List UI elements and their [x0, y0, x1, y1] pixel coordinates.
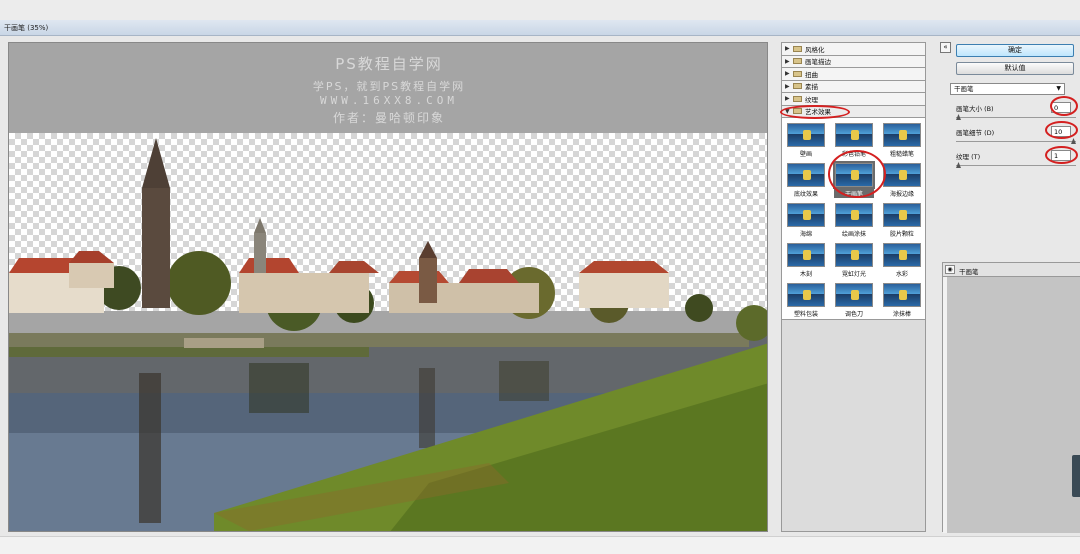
- annotation-circle-artistic: [780, 105, 850, 119]
- eye-icon[interactable]: ◉: [945, 265, 955, 274]
- title-bar: 干画笔 (35%): [0, 20, 1080, 36]
- thumbnail-image: [787, 163, 825, 187]
- thumbnail-image: [787, 203, 825, 227]
- brush-size-slider-track[interactable]: [956, 117, 1076, 118]
- thumbnail-image: [883, 283, 921, 307]
- texture-slider-track[interactable]: [956, 165, 1076, 166]
- filter-gallery-window: 干画笔 (35%) PS教程自学网 学PS，就到PS教程自学网 WWW.16XX…: [0, 0, 1080, 554]
- filter-thumb-watercolor[interactable]: 水彩: [882, 243, 922, 278]
- thumbnail-image: [883, 163, 921, 187]
- thumbnail-image: [835, 283, 873, 307]
- filter-thumb-cutout[interactable]: 木刻: [786, 243, 826, 278]
- thumbnail-image: [883, 123, 921, 147]
- annotation-circle-dry-brush: [828, 150, 886, 198]
- folder-icon: [793, 70, 802, 77]
- watermark-line-2: 学PS，就到PS教程自学网: [312, 80, 466, 93]
- folder-icon: [793, 83, 802, 90]
- expand-arrow-icon: ▶: [785, 95, 790, 103]
- filter-thumb-poster-edges[interactable]: 海报边缘: [882, 163, 922, 198]
- thumbnail-image: [787, 123, 825, 147]
- annotation-circle-brush-detail: [1045, 121, 1078, 139]
- filter-thumb-palette-knife[interactable]: 调色刀: [834, 283, 874, 318]
- top-strip: [0, 0, 1080, 20]
- expand-arrow-icon: ▶: [785, 82, 790, 90]
- window-title: 干画笔 (35%): [4, 24, 49, 32]
- thumbnail-image: [787, 283, 825, 307]
- filter-thumb-underpainting[interactable]: 底纹效果: [786, 163, 826, 198]
- folder-texture[interactable]: ▶ 纹理: [782, 93, 925, 106]
- chevron-down-icon: ▼: [1056, 85, 1061, 92]
- bottom-strip: [0, 536, 1080, 554]
- preview-photo: [9, 138, 767, 531]
- expand-arrow-icon: ▶: [785, 45, 790, 53]
- thumbnail-image: [883, 243, 921, 267]
- thumbnail-image: [835, 243, 873, 267]
- default-button[interactable]: 默认值: [956, 62, 1074, 75]
- expand-arrow-icon: ▶: [785, 70, 790, 78]
- watermark-line-4: 作者：曼哈顿印象: [332, 111, 445, 125]
- folder-icon: [793, 95, 802, 102]
- filter-thumb-fresco[interactable]: 壁画: [786, 123, 826, 158]
- folder-brush-strokes[interactable]: ▶ 画笔描边: [782, 55, 925, 68]
- annotation-circle-brush-size: [1050, 96, 1078, 116]
- filter-thumb-plastic-wrap[interactable]: 塑料包装: [786, 283, 826, 318]
- filter-thumb-paint-daubs[interactable]: 绘画涂抹: [834, 203, 874, 238]
- annotation-circle-texture: [1045, 146, 1078, 164]
- collapse-toggle-icon[interactable]: «: [940, 42, 951, 53]
- filter-thumb-smudge-stick[interactable]: 涂抹棒: [882, 283, 922, 318]
- brush-detail-slider-track[interactable]: [956, 141, 1076, 142]
- effect-layers-panel: ◉ 干画笔: [942, 262, 1080, 533]
- side-panel-tab[interactable]: [1072, 455, 1080, 497]
- filter-thumb-neon-glow[interactable]: 霓虹灯光: [834, 243, 874, 278]
- folder-icon: [793, 58, 802, 65]
- filter-select[interactable]: 干画笔 ▼: [950, 83, 1065, 95]
- thumbnail-image: [835, 123, 873, 147]
- effect-layer-row[interactable]: ◉ 干画笔: [943, 263, 1080, 277]
- effect-layers-list: [943, 277, 1080, 533]
- watermark-line-3: WWW.16XX8.COM: [319, 94, 459, 107]
- filter-thumb-sponge[interactable]: 海绵: [786, 203, 826, 238]
- folder-stylize[interactable]: ▶ 风格化: [782, 43, 925, 56]
- thumbnail-image: [883, 203, 921, 227]
- folder-distort[interactable]: ▶ 扭曲: [782, 68, 925, 81]
- thumbnail-image: [835, 203, 873, 227]
- filter-thumbnails: 壁画 彩色铅笔 粗糙蜡笔 底纹效果 干画笔 海报边缘 海绵 绘画涂抹 胶片颗粒 …: [782, 118, 925, 320]
- watermark-line-1: PS教程自学网: [335, 55, 443, 73]
- ok-button[interactable]: 确定: [956, 44, 1074, 57]
- filter-thumb-film-grain[interactable]: 胶片颗粒: [882, 203, 922, 238]
- folder-icon: [793, 45, 802, 52]
- expand-arrow-icon: ▶: [785, 57, 790, 65]
- filter-thumb-rough-pastels[interactable]: 粗糙蜡笔: [882, 123, 922, 158]
- folder-sketch[interactable]: ▶ 素描: [782, 80, 925, 93]
- preview-area[interactable]: PS教程自学网 学PS，就到PS教程自学网 WWW.16XX8.COM 作者：曼…: [8, 42, 768, 532]
- thumbnail-image: [787, 243, 825, 267]
